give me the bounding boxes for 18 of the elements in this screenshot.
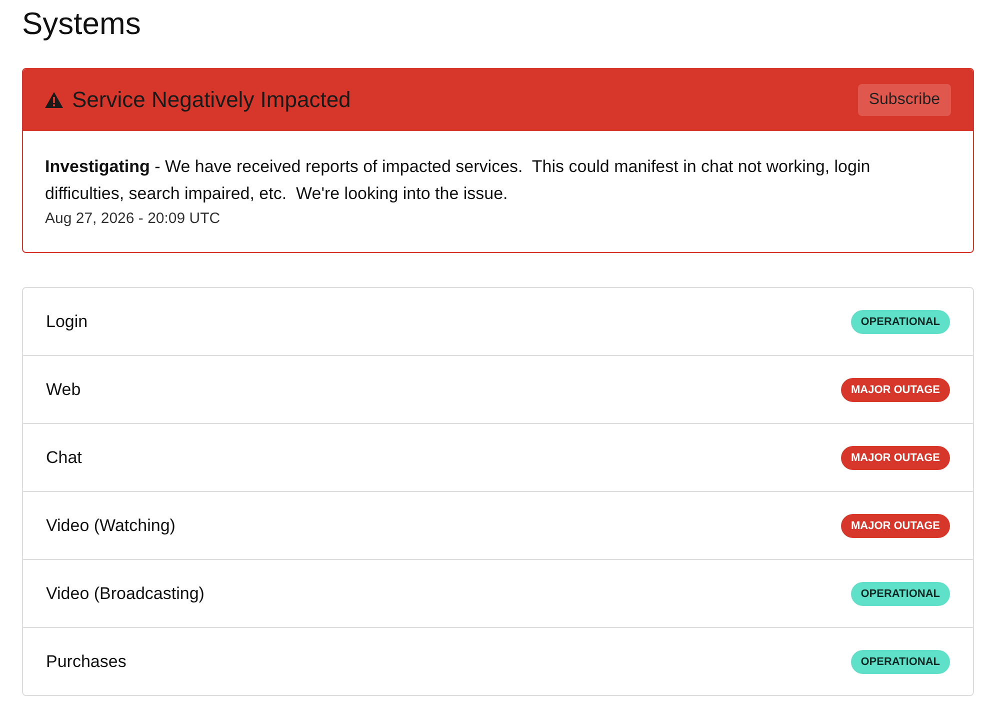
page-title: Systems bbox=[22, 5, 142, 43]
status-badge: OPERATIONAL bbox=[850, 650, 950, 674]
status-badge: MAJOR OUTAGE bbox=[840, 514, 950, 538]
system-name: Web bbox=[46, 380, 81, 400]
status-badge: MAJOR OUTAGE bbox=[840, 378, 950, 402]
subscribe-button[interactable]: Subscribe bbox=[858, 84, 951, 116]
warning-icon bbox=[45, 92, 63, 108]
system-name: Purchases bbox=[46, 652, 126, 672]
incident-title: Service Negatively Impacted bbox=[72, 87, 351, 113]
status-badge: OPERATIONAL bbox=[850, 582, 950, 606]
incident-timestamp: Aug 27, 2026 - 20:09 UTC bbox=[45, 210, 220, 227]
status-badge: OPERATIONAL bbox=[850, 310, 950, 334]
incident-update: Investigating - We have received reports of impacted services. This could manifest in chat not working, login difficulties, search impaired, etc. We're looking into the issue. bbox=[45, 156, 872, 205]
system-name: Video (Watching) bbox=[46, 516, 176, 536]
status-badge: MAJOR OUTAGE bbox=[840, 446, 950, 470]
system-name: Video (Broadcasting) bbox=[46, 584, 204, 604]
system-name: Login bbox=[46, 312, 88, 332]
system-name: Chat bbox=[46, 448, 82, 468]
